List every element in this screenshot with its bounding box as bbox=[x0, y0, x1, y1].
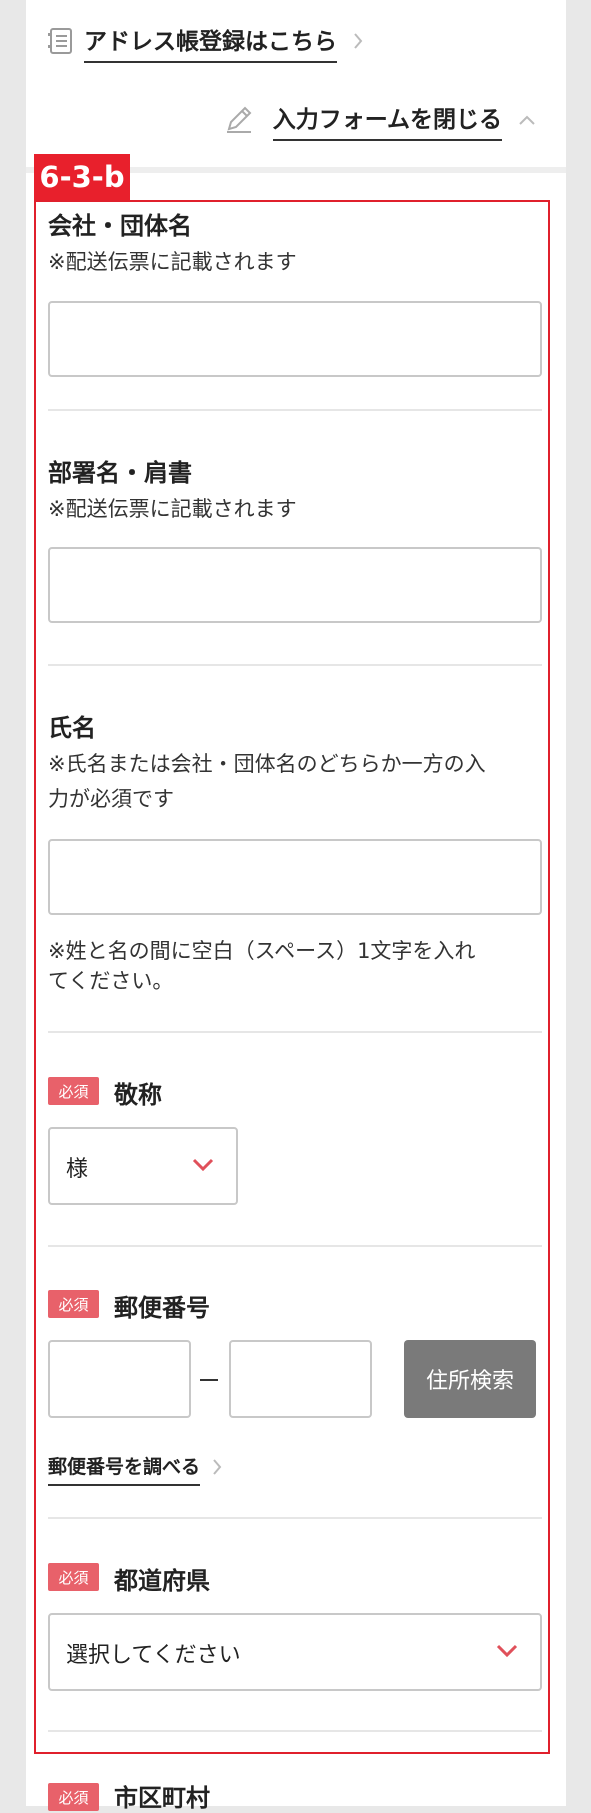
name-label: 氏名 bbox=[48, 714, 96, 742]
required-badge: 必須 bbox=[48, 1783, 99, 1811]
chevron-down-icon bbox=[192, 1157, 214, 1176]
prefecture-label: 都道府県 bbox=[114, 1567, 210, 1595]
department-input[interactable] bbox=[48, 547, 542, 623]
address-book-icon bbox=[48, 27, 74, 59]
chevron-right-icon bbox=[353, 32, 363, 54]
company-input[interactable] bbox=[48, 301, 542, 377]
prefecture-selected-value: 選択してください bbox=[66, 1643, 241, 1668]
department-note: ※配送伝票に記載されます bbox=[48, 497, 297, 521]
prefecture-select[interactable]: 選択してください bbox=[48, 1613, 542, 1691]
address-search-button[interactable]: 住所検索 bbox=[404, 1340, 536, 1418]
divider bbox=[48, 1245, 542, 1247]
chevron-down-icon bbox=[496, 1643, 518, 1662]
postal-lookup-label: 郵便番号を調べる bbox=[48, 1452, 201, 1486]
postal-label: 郵便番号 bbox=[114, 1294, 210, 1322]
close-form-link[interactable]: 入力フォームを閉じる bbox=[223, 100, 536, 141]
required-badge: 必須 bbox=[48, 1077, 99, 1105]
divider bbox=[48, 664, 542, 666]
form-sheet: アドレス帳登録はこちら 入力フォームを閉じる 6-3-b 会社・団体名 ※配送伝… bbox=[26, 0, 566, 1812]
postal-code-second-input[interactable] bbox=[229, 1340, 372, 1418]
form-header: アドレス帳登録はこちら 入力フォームを閉じる bbox=[26, 0, 566, 170]
company-note: ※配送伝票に記載されます bbox=[48, 250, 297, 274]
divider bbox=[48, 1517, 542, 1519]
city-label: 市区町村 bbox=[114, 1784, 210, 1812]
name-input[interactable] bbox=[48, 839, 542, 915]
honorific-label: 敬称 bbox=[114, 1081, 162, 1109]
name-note-line1: ※氏名または会社・団体名のどちらか一方の入 bbox=[48, 752, 486, 776]
postal-lookup-link[interactable]: 郵便番号を調べる bbox=[48, 1452, 222, 1486]
required-badge: 必須 bbox=[48, 1290, 99, 1318]
close-form-label: 入力フォームを閉じる bbox=[272, 100, 502, 141]
name-note-line2: 力が必須です bbox=[48, 787, 174, 811]
divider bbox=[48, 409, 542, 411]
department-label: 部署名・肩書 bbox=[48, 459, 192, 487]
postal-code-dash bbox=[200, 1379, 218, 1381]
section-tag: 6-3-b bbox=[34, 154, 130, 200]
name-hint-line2: てください。 bbox=[48, 969, 174, 993]
divider bbox=[48, 1031, 542, 1033]
pencil-icon bbox=[223, 103, 255, 139]
divider bbox=[48, 1730, 542, 1732]
honorific-selected-value: 様 bbox=[66, 1157, 89, 1182]
honorific-select[interactable]: 様 bbox=[48, 1127, 238, 1205]
chevron-right-icon bbox=[212, 1458, 222, 1480]
address-book-link[interactable]: アドレス帳登録はこちら bbox=[48, 22, 363, 63]
address-book-link-label: アドレス帳登録はこちら bbox=[84, 22, 337, 63]
required-badge: 必須 bbox=[48, 1563, 99, 1591]
chevron-up-icon bbox=[518, 111, 536, 130]
company-label: 会社・団体名 bbox=[48, 212, 192, 240]
postal-code-first-input[interactable] bbox=[48, 1340, 191, 1418]
